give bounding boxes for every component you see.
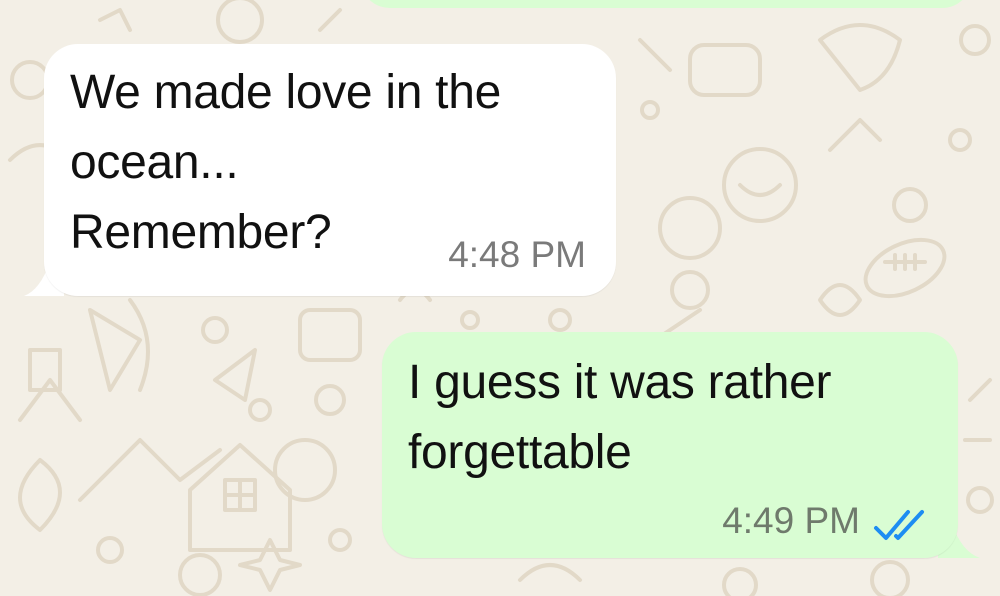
incoming-message-timestamp: 4:48 PM (448, 234, 586, 275)
outgoing-message-timestamp: 4:49 PM (722, 500, 860, 541)
previous-outgoing-message-bubble[interactable] (360, 0, 972, 8)
incoming-message-bubble[interactable]: We made love in the ocean... Remember? 4… (44, 44, 616, 296)
double-check-icon (874, 510, 924, 540)
outgoing-message-bubble[interactable]: I guess it was rather forgettable 4:49 P… (382, 332, 958, 558)
outgoing-message-text: I guess it was rather forgettable (408, 356, 832, 479)
